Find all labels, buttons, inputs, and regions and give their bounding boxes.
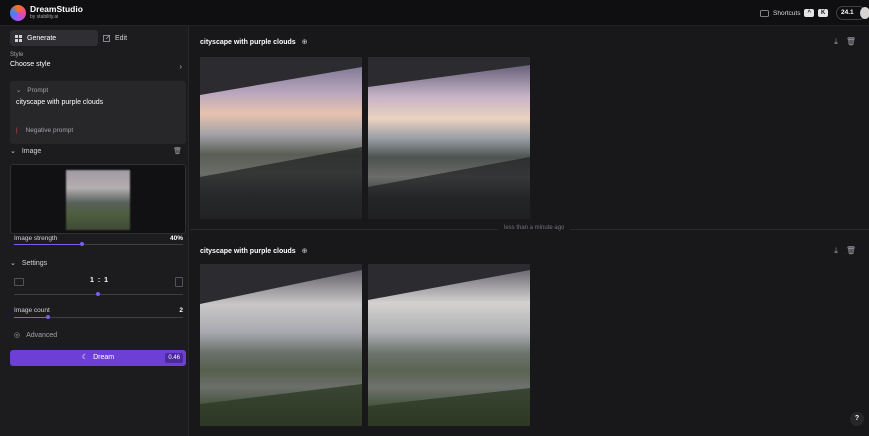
generate-icon [15, 34, 22, 42]
settings-label: Settings [21, 260, 48, 267]
style-selector[interactable]: Style Choose style › [10, 52, 186, 76]
image-section-label: Image [21, 148, 42, 155]
tab-generate[interactable]: Generate [10, 30, 98, 46]
add-icon[interactable]: ⊕ [302, 248, 308, 255]
dreamstudio-logo-icon[interactable] [10, 5, 26, 21]
trash-icon[interactable]: 🗑 [846, 37, 864, 46]
dream-icon: ☾ [81, 354, 89, 361]
shortcuts-button[interactable]: Shortcuts ^ K [760, 9, 829, 17]
download-icon[interactable]: ⤓ [834, 37, 846, 46]
advanced-label: Advanced [26, 332, 58, 339]
image-section-header[interactable]: ⌄ Image 🗑 [10, 145, 186, 159]
generated-image[interactable] [200, 264, 362, 426]
portrait-aspect-icon[interactable] [175, 277, 183, 287]
generation-prompt: cityscape with purple clouds [200, 248, 296, 255]
style-value: Choose style [10, 61, 51, 68]
mode-tabs: Generate Edit [10, 30, 186, 46]
credits-value: 24.1 [841, 9, 854, 16]
negative-prompt-icon: | [16, 127, 18, 134]
timestamp-label: less than a minute ago [498, 225, 571, 231]
shortcut-key-k: K [817, 9, 829, 17]
avatar[interactable] [860, 7, 869, 19]
prompt-input[interactable]: cityscape with purple clouds [16, 99, 103, 106]
init-image-dropzone[interactable] [10, 164, 186, 234]
generation-header: cityscape with purple clouds ⊕ [200, 247, 308, 255]
dream-button[interactable]: ☾ Dream 0.46 [10, 350, 186, 366]
image-strength-row: Image strength 40% [14, 235, 183, 242]
image-count-fill [14, 317, 48, 318]
settings-section-header[interactable]: ⌄ Settings [10, 257, 186, 271]
prompt-header[interactable]: ⌄ Prompt [16, 86, 48, 94]
init-image-thumbnail [66, 170, 130, 230]
dream-cost-badge: 0.46 [165, 353, 183, 363]
tab-edit-label: Edit [115, 34, 128, 42]
image-count-handle[interactable] [46, 315, 50, 319]
chevron-down-icon: ⌄ [16, 87, 22, 94]
tab-edit[interactable]: Edit [98, 30, 186, 46]
image-count-label: Image count [14, 307, 50, 314]
chevron-down-icon: ⌄ [10, 260, 16, 267]
generations-panel: cityscape with purple clouds ⊕ ⤓🗑 less t… [190, 26, 869, 436]
brand-title: DreamStudio [30, 4, 83, 14]
generated-image[interactable] [368, 264, 530, 426]
generation-actions: ⤓🗑 [834, 246, 864, 256]
aspect-ratio-handle[interactable] [96, 292, 100, 296]
keyboard-icon [760, 9, 769, 17]
style-label: Style [10, 52, 24, 58]
generation-prompt: cityscape with purple clouds [200, 39, 296, 46]
add-icon[interactable]: ⊕ [302, 39, 308, 46]
shortcuts-label: Shortcuts [773, 9, 801, 17]
image-strength-value: 40% [169, 235, 183, 242]
image-strength-label: Image strength [14, 235, 58, 242]
brand-byline: by stability.ai [30, 14, 59, 20]
help-icon: ? [854, 415, 860, 422]
image-count-row: Image count 2 [14, 307, 183, 314]
generated-image[interactable] [368, 57, 530, 219]
tab-generate-label: Generate [27, 34, 57, 42]
download-icon[interactable]: ⤓ [834, 246, 846, 255]
prompt-label: Prompt [27, 87, 49, 94]
trash-icon[interactable]: 🗑 [846, 246, 864, 255]
generation-header: cityscape with purple clouds ⊕ [200, 38, 308, 46]
image-strength-handle[interactable] [80, 242, 84, 246]
aspect-ratio-value: 1 : 1 [90, 277, 110, 284]
chevron-right-icon: › [179, 62, 182, 71]
dream-label: Dream [93, 354, 115, 361]
negative-prompt-label: Negative prompt [25, 127, 74, 134]
brand[interactable]: DreamStudio by stability.ai [30, 5, 83, 21]
edit-icon [103, 34, 111, 42]
image-count-value: 2 [179, 307, 183, 314]
trash-icon[interactable]: 🗑 [173, 145, 182, 159]
advanced-icon: ◎ [14, 332, 21, 339]
aspect-ratio-row: 1 : 1 [14, 276, 183, 290]
generated-image[interactable] [200, 57, 362, 219]
landscape-aspect-icon[interactable] [14, 278, 24, 286]
image-strength-fill [14, 244, 82, 245]
generation-actions: ⤓🗑 [834, 37, 864, 47]
top-bar: DreamStudio by stability.ai Shortcuts ^ … [0, 0, 869, 26]
sidebar: Generate Edit Style Choose style › ⌄ Pro… [0, 26, 189, 436]
advanced-toggle[interactable]: ◎ Advanced [14, 331, 57, 339]
chevron-down-icon: ⌄ [10, 148, 16, 155]
help-button[interactable]: ? [850, 412, 864, 426]
shortcut-key-ctrl: ^ [804, 9, 814, 17]
negative-prompt-toggle[interactable]: | Negative prompt [10, 123, 186, 139]
